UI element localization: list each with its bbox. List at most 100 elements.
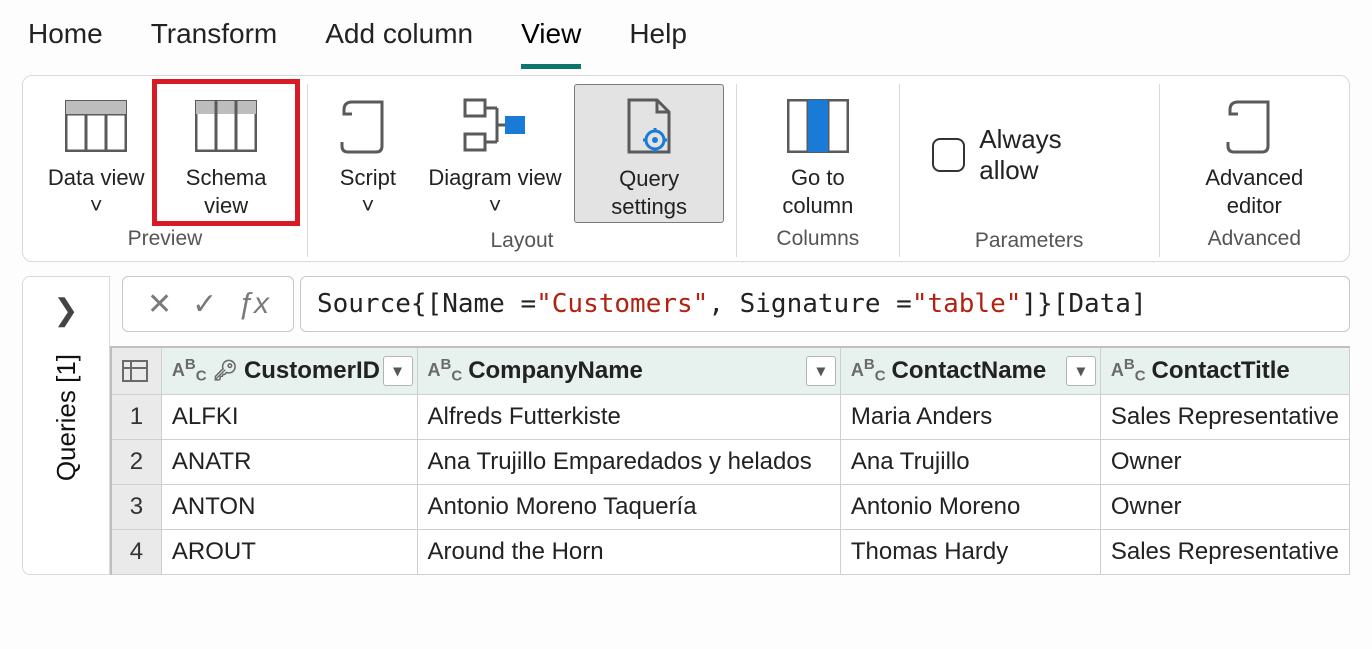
- cell[interactable]: Antonio Moreno: [840, 484, 1100, 529]
- advanced-editor-button[interactable]: Advanced editor: [1172, 84, 1337, 221]
- cell[interactable]: Ana Trujillo: [840, 439, 1100, 484]
- cell[interactable]: ANTON: [161, 484, 417, 529]
- column-header-customerid[interactable]: ABC 🔑︎ CustomerID ▾: [161, 348, 417, 394]
- expand-sidebar-button[interactable]: ❯: [53, 293, 78, 328]
- formula-input[interactable]: Source{[Name = "Customers", Signature = …: [300, 276, 1350, 332]
- script-button[interactable]: Script ˅: [320, 84, 416, 223]
- group-caption-advanced: Advanced: [1208, 227, 1301, 251]
- cell[interactable]: Thomas Hardy: [840, 529, 1100, 574]
- data-view-label: Data view: [48, 165, 145, 190]
- document-gear-icon: [621, 91, 677, 163]
- tab-add-column[interactable]: Add column: [325, 18, 473, 69]
- columns-icon: [195, 90, 257, 162]
- ribbon-group-parameters: Always allow Parameters: [900, 84, 1160, 257]
- ribbon-group-columns: Go to column Columns: [737, 84, 900, 257]
- column-name: ContactName: [892, 357, 1047, 385]
- main-area: ✕ ✓ ƒx Source{[Name = "Customers", Signa…: [110, 276, 1350, 575]
- grid-icon: [65, 90, 127, 162]
- query-settings-label: Query settings: [579, 165, 719, 220]
- cell[interactable]: Antonio Moreno Taquería: [417, 484, 840, 529]
- column-filter-button[interactable]: ▾: [1066, 356, 1096, 386]
- text-type-icon: ABC: [851, 356, 886, 385]
- script-icon: [340, 90, 396, 162]
- tab-view[interactable]: View: [521, 18, 581, 69]
- text-type-icon: ABC: [172, 356, 207, 385]
- always-allow-checkbox[interactable]: Always allow: [912, 84, 1147, 186]
- script-label: Script: [340, 165, 396, 190]
- row-number: 2: [112, 439, 161, 484]
- group-caption-preview: Preview: [128, 227, 203, 251]
- commit-formula-button[interactable]: ✓: [186, 287, 223, 322]
- cell[interactable]: Sales Representative: [1100, 529, 1349, 574]
- menu-tabbar: Home Transform Add column View Help: [0, 0, 1372, 69]
- go-to-column-label: Go to column: [753, 164, 883, 219]
- text-type-icon: ABC: [428, 356, 463, 385]
- diagram-view-label: Diagram view: [428, 165, 561, 190]
- workspace: ❯ Queries [1] ✕ ✓ ƒx Source{[Name = "Cus…: [22, 276, 1350, 575]
- tab-home[interactable]: Home: [28, 18, 103, 69]
- chevron-down-icon: ˅: [361, 193, 374, 218]
- cell[interactable]: Owner: [1100, 439, 1349, 484]
- go-to-column-button[interactable]: Go to column: [749, 84, 887, 221]
- row-number: 3: [112, 484, 161, 529]
- formula-text: "table": [912, 289, 1022, 319]
- query-settings-button[interactable]: Query settings: [574, 84, 724, 223]
- checkbox-icon: [932, 138, 966, 172]
- cancel-formula-button[interactable]: ✕: [141, 287, 178, 322]
- column-header-contactname[interactable]: ABC ContactName ▾: [840, 348, 1100, 394]
- text-type-icon: ABC: [1111, 356, 1146, 385]
- data-view-button[interactable]: Data view ˅: [35, 84, 157, 221]
- fx-icon: ƒx: [231, 287, 275, 321]
- diagram-view-button[interactable]: Diagram view ˅: [416, 84, 574, 223]
- table-row[interactable]: 2 ANATR Ana Trujillo Emparedados y helad…: [112, 439, 1350, 484]
- cell[interactable]: Owner: [1100, 484, 1349, 529]
- data-grid: ABC 🔑︎ CustomerID ▾ ABC CompanyName: [110, 346, 1350, 575]
- group-caption-columns: Columns: [776, 227, 859, 251]
- script-icon: [1226, 90, 1282, 162]
- queries-sidebar: ❯ Queries [1]: [22, 276, 110, 575]
- cell[interactable]: Alfreds Futterkiste: [417, 394, 840, 439]
- goto-column-icon: [787, 90, 849, 162]
- always-allow-label: Always allow: [979, 124, 1126, 186]
- column-header-contacttitle[interactable]: ABC ContactTitle: [1100, 348, 1349, 394]
- cell[interactable]: Around the Horn: [417, 529, 840, 574]
- table-row[interactable]: 1 ALFKI Alfreds Futterkiste Maria Anders…: [112, 394, 1350, 439]
- diagram-icon: [463, 90, 527, 162]
- key-icon: 🔑︎: [213, 358, 238, 383]
- cell[interactable]: ANATR: [161, 439, 417, 484]
- ribbon-group-advanced: Advanced editor Advanced: [1160, 84, 1349, 257]
- select-all-corner[interactable]: [112, 348, 161, 394]
- column-header-companyname[interactable]: ABC CompanyName ▾: [417, 348, 840, 394]
- ribbon-group-layout: Script˅ Diagram view ˅ Query settings La…: [308, 84, 737, 257]
- cell[interactable]: AROUT: [161, 529, 417, 574]
- tab-transform[interactable]: Transform: [151, 18, 278, 69]
- cell[interactable]: Ana Trujillo Emparedados y helados: [417, 439, 840, 484]
- group-caption-parameters: Parameters: [975, 229, 1084, 253]
- queries-sidebar-label: Queries [1]: [51, 354, 82, 481]
- column-filter-button[interactable]: ▾: [383, 356, 413, 386]
- formula-text: , Signature =: [708, 289, 912, 319]
- chevron-down-icon: ˅: [90, 193, 103, 218]
- column-filter-button[interactable]: ▾: [806, 356, 836, 386]
- ribbon-group-preview: Data view ˅ Schema view Preview: [23, 84, 308, 257]
- chevron-down-icon: ˅: [489, 193, 502, 218]
- column-name: ContactTitle: [1152, 357, 1290, 385]
- advanced-editor-label: Advanced editor: [1176, 164, 1333, 219]
- row-number: 4: [112, 529, 161, 574]
- formula-controls: ✕ ✓ ƒx: [122, 276, 294, 332]
- table-corner-icon: [122, 360, 148, 382]
- cell[interactable]: Maria Anders: [840, 394, 1100, 439]
- schema-view-label: Schema view: [161, 164, 291, 219]
- formula-bar: ✕ ✓ ƒx Source{[Name = "Customers", Signa…: [110, 276, 1350, 332]
- tab-help[interactable]: Help: [629, 18, 687, 69]
- cell[interactable]: Sales Representative: [1100, 394, 1349, 439]
- column-name: CustomerID: [244, 357, 380, 385]
- schema-view-button[interactable]: Schema view: [157, 84, 295, 221]
- formula-text: Source{[Name =: [317, 289, 536, 319]
- ribbon: Data view ˅ Schema view Preview Script ˅: [22, 75, 1350, 262]
- cell[interactable]: ALFKI: [161, 394, 417, 439]
- formula-text: ]}[Data]: [1021, 289, 1146, 319]
- column-name: CompanyName: [468, 357, 643, 385]
- table-row[interactable]: 4 AROUT Around the Horn Thomas Hardy Sal…: [112, 529, 1350, 574]
- table-row[interactable]: 3 ANTON Antonio Moreno Taquería Antonio …: [112, 484, 1350, 529]
